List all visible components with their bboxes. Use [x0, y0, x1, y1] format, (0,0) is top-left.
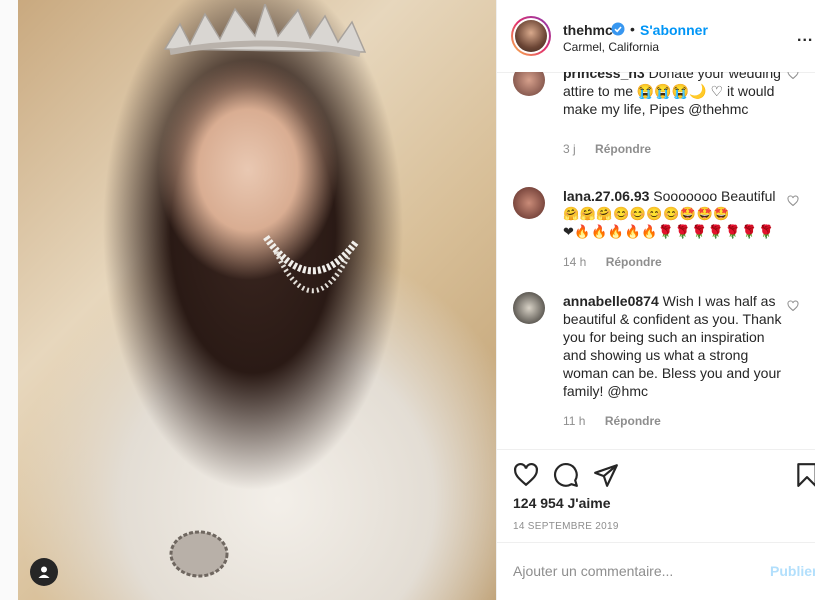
heart-icon[interactable]: [787, 300, 799, 312]
add-comment-bar: Ajouter un commentaire... Publier: [497, 542, 815, 600]
comment-emoji-line: ❤🔥🔥🔥🔥🔥🌹🌹🌹🌹🌹🌹🌹: [563, 224, 775, 239]
post-header: thehmc • S'abonner Carmel, California ..…: [497, 0, 815, 73]
post-actions: 124 954 J'aime 14 SEPTEMBRE 2019 Ajouter…: [497, 449, 815, 600]
necklace-decoration: [263, 235, 359, 294]
more-options-icon[interactable]: ...: [797, 28, 813, 46]
share-icon[interactable]: [593, 462, 619, 488]
comment-content: Sooooooo Beautiful: [653, 188, 776, 204]
bookmark-icon[interactable]: [794, 462, 815, 488]
comment-meta: 11 h Répondre: [563, 414, 677, 428]
comment-meta: 14 h Répondre: [563, 255, 678, 269]
commenter-avatar[interactable]: [513, 72, 545, 96]
post-sidebar: thehmc • S'abonner Carmel, California ..…: [496, 0, 815, 600]
comment-text: annabelle0874 Wish I was half as beautif…: [563, 292, 783, 400]
user-tag-icon: [38, 566, 50, 578]
comment-text: princess_h3 Donate your wedding attire t…: [563, 72, 783, 118]
crown-decoration: [163, 4, 367, 57]
comment-icon[interactable]: [553, 462, 579, 488]
follow-button[interactable]: S'abonner: [640, 22, 708, 38]
commenter-username[interactable]: princess_h3: [563, 72, 645, 81]
heart-icon[interactable]: [513, 462, 539, 488]
post-date: 14 SEPTEMBRE 2019: [513, 521, 619, 532]
likes-count[interactable]: 124 954 J'aime: [513, 495, 611, 511]
comments-list: princess_h3 Donate your wedding attire t…: [497, 72, 815, 448]
post-photo[interactable]: [18, 0, 496, 600]
reply-button[interactable]: Répondre: [605, 414, 661, 428]
reply-button[interactable]: Répondre: [595, 142, 651, 156]
instagram-post: thehmc • S'abonner Carmel, California ..…: [18, 0, 815, 600]
heart-icon[interactable]: [787, 72, 799, 80]
comment-time: 3 j: [563, 142, 576, 156]
comment-input[interactable]: Ajouter un commentaire...: [513, 563, 673, 579]
post-location[interactable]: Carmel, California: [563, 40, 659, 54]
separator-dot: •: [630, 21, 635, 37]
heart-icon[interactable]: [787, 195, 799, 207]
user-tag-button[interactable]: [30, 558, 58, 586]
commenter-username[interactable]: annabelle0874: [563, 293, 659, 309]
commenter-avatar[interactable]: [513, 187, 545, 219]
comment-emoji-line: 🤗🤗🤗😊😊😊😊🤩🤩🤩: [563, 206, 730, 221]
author-avatar[interactable]: [511, 16, 551, 56]
comment-time: 14 h: [563, 255, 587, 269]
commenter-avatar[interactable]: [513, 292, 545, 324]
comment-meta: 3 j Répondre: [563, 142, 667, 156]
comment-text: lana.27.06.93 Sooooooo Beautiful 🤗🤗🤗😊😊😊😊…: [563, 187, 783, 241]
commenter-username[interactable]: lana.27.06.93: [563, 188, 649, 204]
author-username[interactable]: thehmc: [563, 22, 613, 38]
comment-time: 11 h: [563, 414, 586, 428]
bracelet-decoration: [169, 530, 229, 578]
publish-button[interactable]: Publier: [770, 563, 815, 579]
verified-badge-icon: [611, 22, 625, 36]
reply-button[interactable]: Répondre: [606, 255, 662, 269]
